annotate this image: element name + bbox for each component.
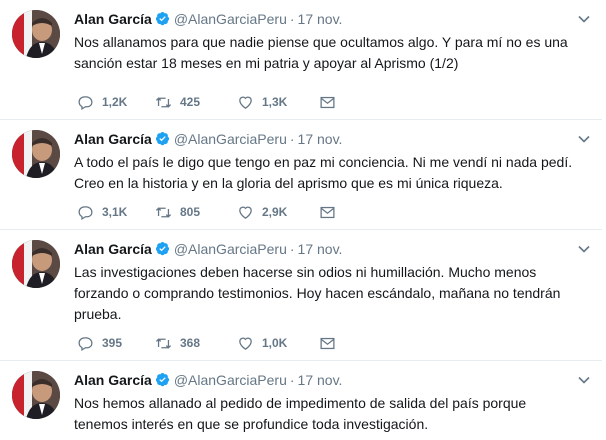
direct-message-button[interactable] (319, 333, 344, 353)
like-button[interactable]: 1,0K (237, 333, 287, 353)
reply-count: 395 (102, 336, 123, 350)
tweet[interactable]: Alan García @AlanGarciaPeru · 17 nov. A tod… (0, 120, 602, 230)
chevron-down-icon[interactable] (576, 131, 592, 147)
tweet-text: Las investigaciones deben hacerse sin od… (74, 264, 561, 322)
tweet-header: Alan García @AlanGarciaPeru · 17 nov. (74, 9, 590, 29)
retweet-count: 805 (180, 205, 201, 219)
tweet[interactable]: Alan García @AlanGarciaPeru · 17 nov. Nos h… (0, 361, 602, 440)
verified-badge-icon (155, 372, 169, 387)
direct-message-button[interactable] (319, 202, 344, 222)
separator: · (289, 372, 295, 388)
envelope-icon (320, 96, 335, 108)
retweet-icon (155, 337, 172, 349)
separator: · (289, 131, 295, 147)
reply-icon (78, 336, 93, 351)
retweet-count: 368 (180, 336, 201, 350)
retweet-icon (155, 96, 172, 108)
verified-badge-icon (155, 131, 169, 146)
reply-icon (78, 205, 93, 220)
author-handle[interactable]: @AlanGarciaPeru (174, 131, 287, 147)
author-name[interactable]: Alan García (74, 11, 152, 27)
retweet-count: 425 (180, 95, 201, 109)
chevron-down-icon[interactable] (576, 241, 592, 257)
verified-badge-icon (155, 241, 169, 256)
retweet-icon (155, 206, 172, 218)
tweet-timestamp[interactable]: 17 nov. (298, 11, 343, 27)
reply-count: 3,1K (102, 205, 128, 219)
author-handle[interactable]: @AlanGarciaPeru (174, 241, 287, 257)
envelope-icon (320, 206, 335, 218)
reply-button[interactable]: 3,1K (77, 202, 127, 222)
author-handle[interactable]: @AlanGarciaPeru (174, 372, 287, 388)
verified-badge-icon (155, 11, 169, 26)
tweet-header: Alan García @AlanGarciaPeru · 17 nov. (74, 239, 590, 259)
tweet-timeline: Alan García @AlanGarciaPeru · 17 nov. Nos a… (0, 0, 606, 440)
separator: · (289, 11, 295, 27)
tweet[interactable]: Alan García @AlanGarciaPeru · 17 nov. Las i… (0, 230, 602, 361)
chevron-down-icon[interactable] (576, 11, 592, 27)
heart-icon (239, 337, 252, 350)
tweet-header: Alan García @AlanGarciaPeru · 17 nov. (74, 370, 590, 390)
author-handle[interactable]: @AlanGarciaPeru (174, 11, 287, 27)
tweet-text: Nos allanamos para que nadie piense que … (74, 34, 568, 71)
avatar[interactable] (12, 371, 60, 419)
tweet-text: A todo el país le digo que tengo en paz … (74, 154, 573, 191)
avatar[interactable] (12, 10, 60, 58)
like-count: 1,0K (262, 336, 288, 350)
tweet-timestamp[interactable]: 17 nov. (298, 131, 343, 147)
tweet-text: Nos hemos allanado al pedido de impedime… (74, 395, 527, 432)
heart-icon (239, 96, 252, 109)
author-name[interactable]: Alan García (74, 241, 152, 257)
like-button[interactable]: 2,9K (237, 202, 287, 222)
envelope-icon (320, 337, 335, 349)
heart-icon (239, 206, 252, 219)
tweet-header: Alan García @AlanGarciaPeru · 17 nov. (74, 129, 590, 149)
like-count: 2,9K (262, 205, 288, 219)
reply-button[interactable]: 395 (77, 333, 122, 353)
retweet-button[interactable]: 425 (155, 92, 200, 112)
reply-icon (78, 95, 93, 110)
retweet-button[interactable]: 805 (155, 202, 200, 222)
retweet-button[interactable]: 368 (155, 333, 200, 353)
reply-button[interactable]: 1,2K (77, 92, 127, 112)
separator: · (289, 241, 295, 257)
chevron-down-icon[interactable] (576, 372, 592, 388)
author-name[interactable]: Alan García (74, 372, 152, 388)
like-count: 1,3K (262, 95, 288, 109)
tweet-timestamp[interactable]: 17 nov. (298, 372, 343, 388)
direct-message-button[interactable] (319, 92, 344, 112)
reply-count: 1,2K (102, 95, 128, 109)
author-name[interactable]: Alan García (74, 131, 152, 147)
like-button[interactable]: 1,3K (237, 92, 287, 112)
tweet[interactable]: Alan García @AlanGarciaPeru · 17 nov. Nos a… (0, 0, 602, 120)
tweet-timestamp[interactable]: 17 nov. (298, 241, 343, 257)
avatar[interactable] (12, 130, 60, 178)
avatar[interactable] (12, 240, 60, 288)
